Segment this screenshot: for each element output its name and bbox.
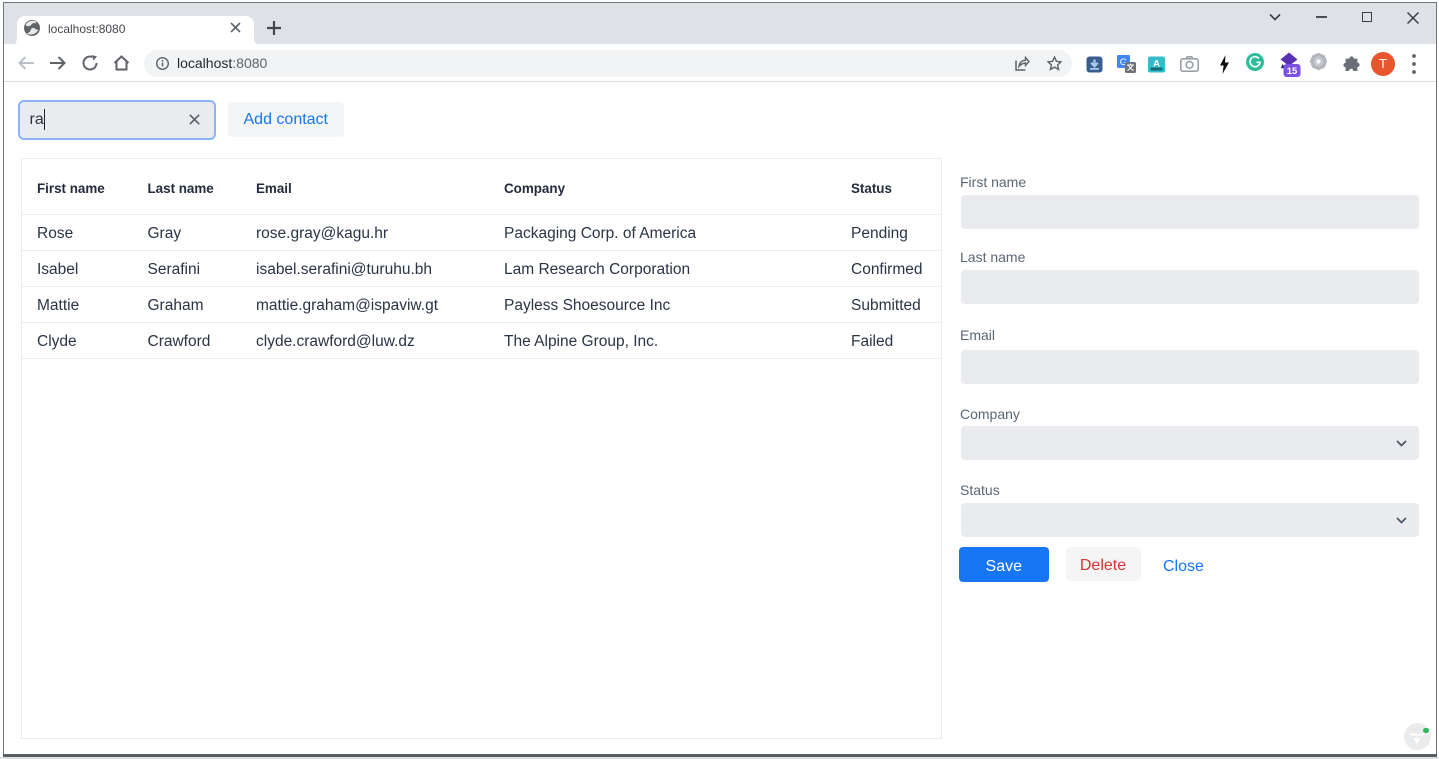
svg-text:15: 15 (1286, 66, 1297, 77)
